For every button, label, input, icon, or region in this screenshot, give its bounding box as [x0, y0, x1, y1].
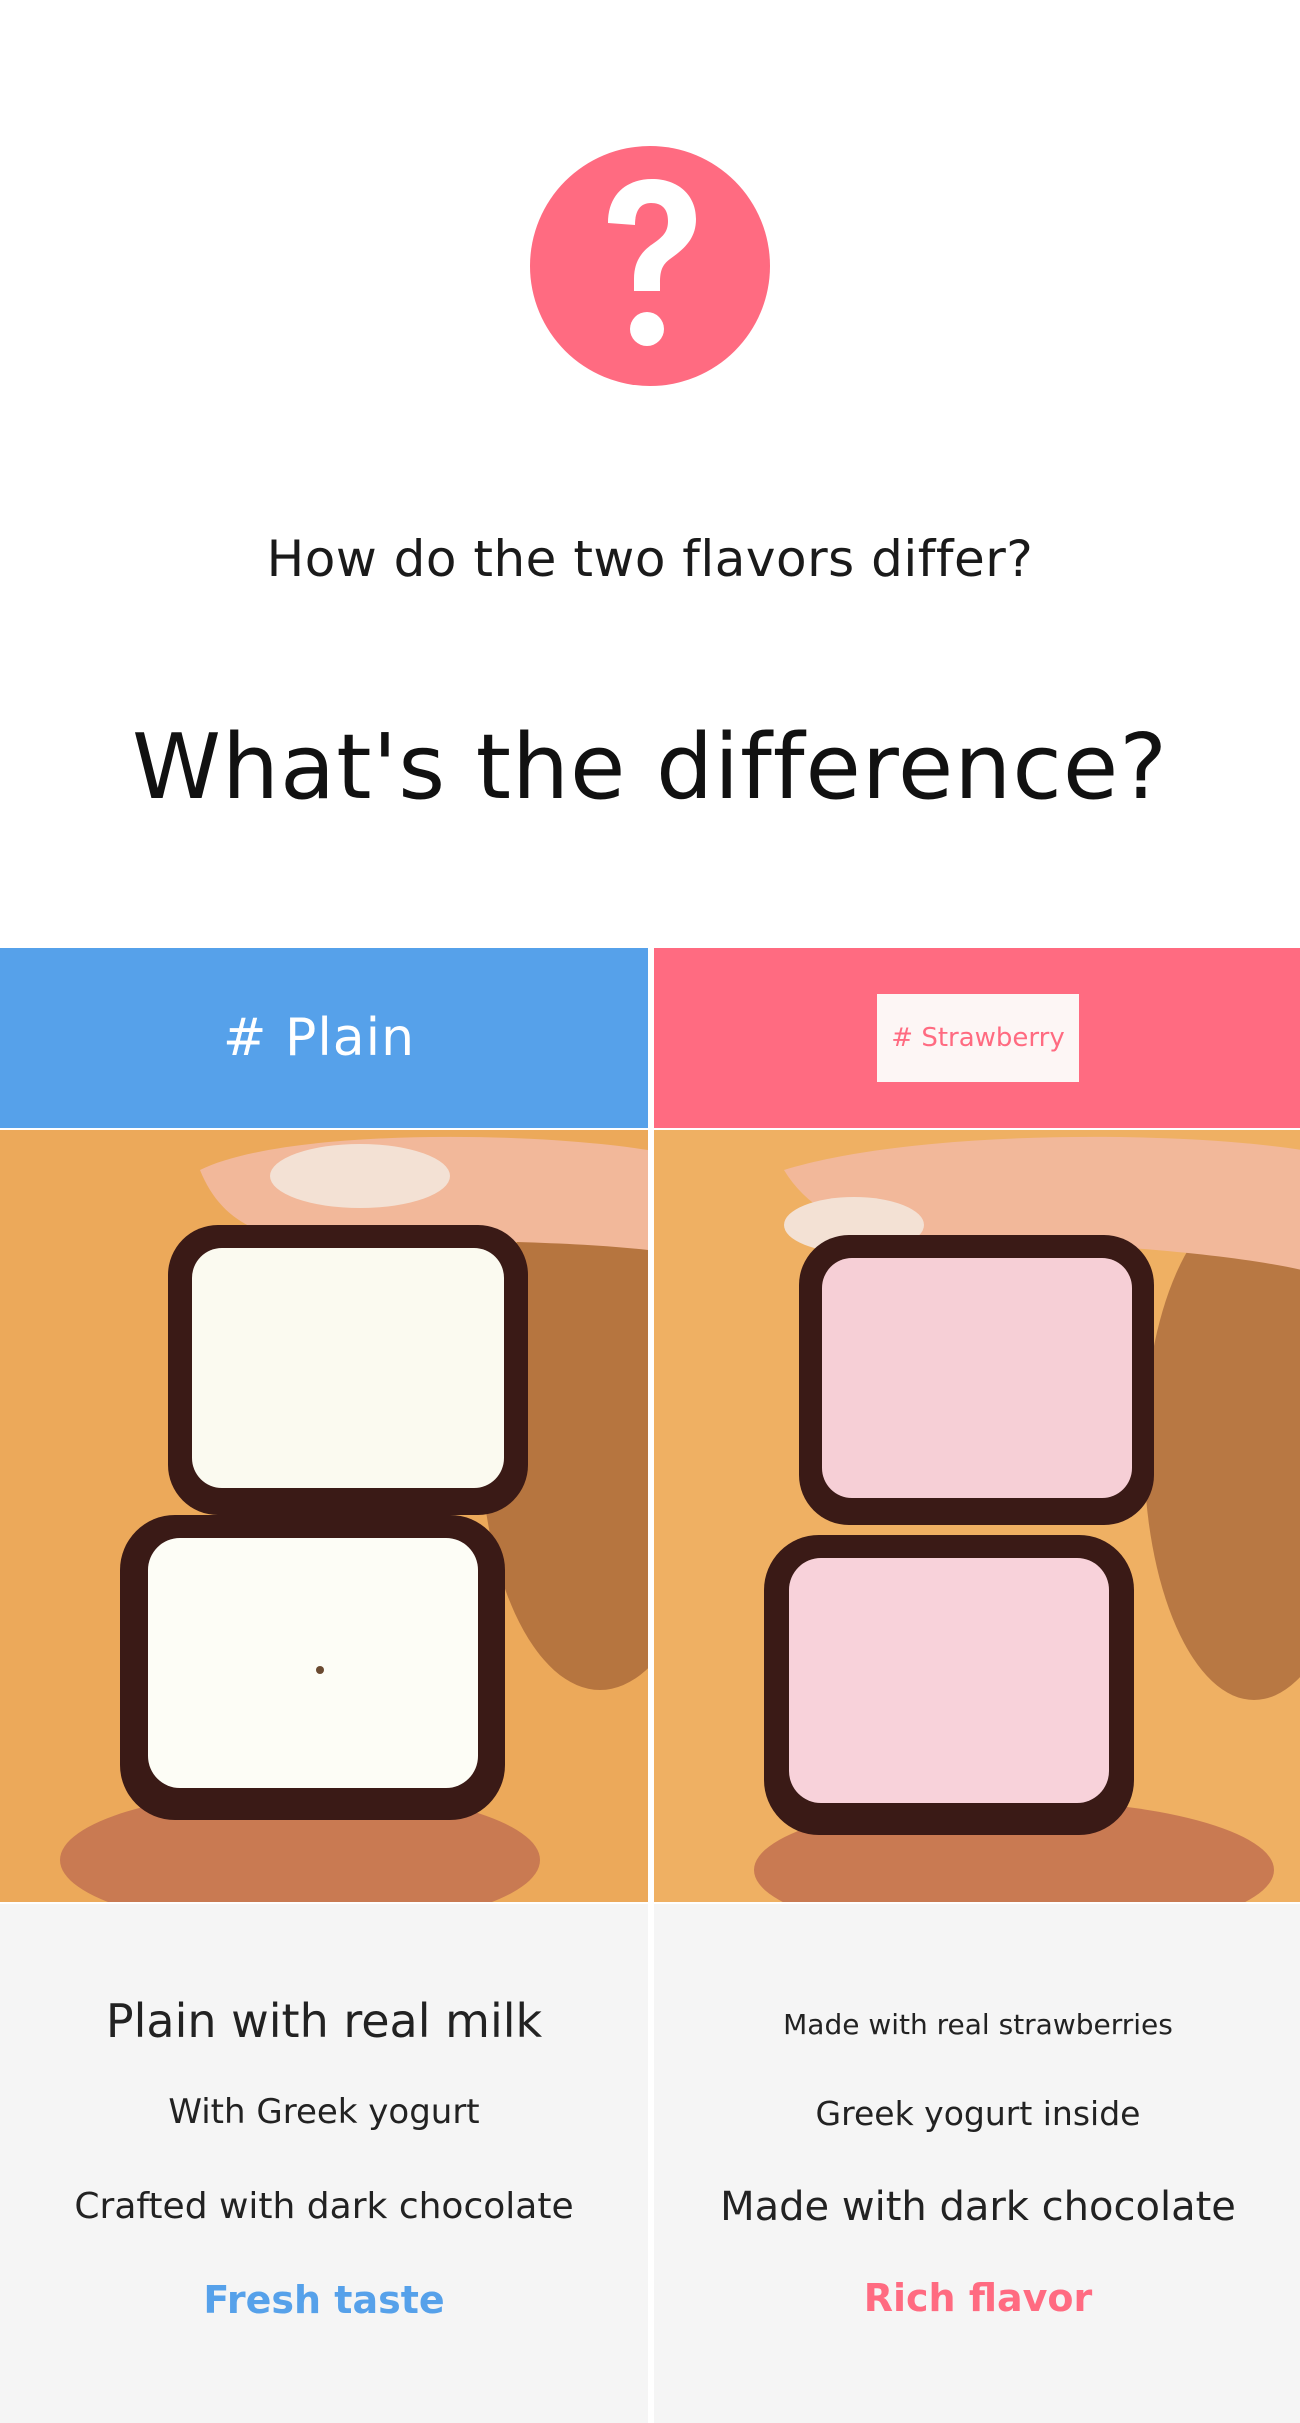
question-badge — [530, 146, 770, 386]
strawberry-header: # Strawberry — [654, 948, 1300, 1128]
plain-line-2: With Greek yogurt — [168, 2092, 480, 2132]
strawberry-column: # Strawberry Made with real strawberries… — [654, 948, 1300, 2423]
plain-line-1: Plain with real milk — [105, 1994, 543, 2048]
plain-tag: # Plain — [222, 1008, 416, 1068]
plain-description: Plain with real milk With Greek yogurt C… — [0, 1904, 648, 2423]
plain-highlight: Fresh taste — [203, 2278, 445, 2322]
strawberry-highlight: Rich flavor — [863, 2276, 1093, 2320]
subheading: How do the two flavors differ? — [266, 530, 1034, 588]
question-mark-icon — [608, 179, 696, 346]
page-title: What's the difference? — [132, 715, 1168, 820]
strawberry-line-3: Made with dark chocolate — [720, 2184, 1236, 2230]
strawberry-description: Made with real strawberries Greek yogurt… — [654, 1904, 1300, 2423]
plain-header: # Plain — [0, 948, 648, 1128]
plain-photo — [0, 1130, 648, 1902]
strawberry-tag: # Strawberry — [877, 994, 1079, 1082]
plain-column: # Plain Plain with real milk With Greek … — [0, 948, 648, 2423]
strawberry-photo — [654, 1130, 1300, 1902]
strawberry-line-1: Made with real strawberries — [783, 2008, 1173, 2041]
plain-line-3: Crafted with dark chocolate — [74, 2186, 574, 2227]
strawberry-line-2: Greek yogurt inside — [815, 2094, 1141, 2133]
